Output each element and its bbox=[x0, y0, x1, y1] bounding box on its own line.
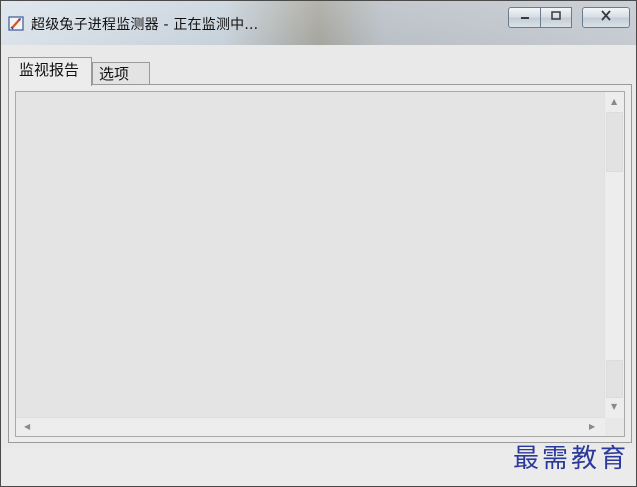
tab-strip: 监视报告 选项 bbox=[8, 57, 628, 86]
tab-panel: ▲ ▼ ◀ ▶ bbox=[8, 84, 632, 443]
vertical-scrollbar[interactable]: ▲ ▼ bbox=[604, 92, 624, 419]
window-title: 超级兔子进程监测器 - 正在监测中... bbox=[31, 17, 259, 33]
main-window: 超级兔子进程监测器 - 正在监测中... 监视报告 选项 ▲ ▼ ◀ ▶ bbox=[0, 0, 637, 487]
minimize-icon bbox=[519, 10, 531, 25]
vertical-scroll-track-end bbox=[606, 360, 623, 398]
tab-monitor-report[interactable]: 监视报告 bbox=[8, 57, 92, 86]
watermark-logo: 最需教育 bbox=[513, 444, 630, 474]
title-bar[interactable]: 超级兔子进程监测器 - 正在监测中... bbox=[1, 1, 636, 45]
scroll-down-icon[interactable]: ▼ bbox=[611, 403, 617, 411]
tab-options[interactable]: 选项 bbox=[92, 62, 150, 85]
close-icon bbox=[599, 10, 613, 25]
minimize-button[interactable] bbox=[508, 7, 541, 28]
scroll-up-icon[interactable]: ▲ bbox=[611, 98, 617, 106]
maximize-button[interactable] bbox=[541, 7, 572, 28]
report-textarea[interactable]: ▲ ▼ ◀ ▶ bbox=[15, 91, 625, 437]
horizontal-scrollbar[interactable]: ◀ ▶ bbox=[16, 417, 605, 436]
scrollbar-corner bbox=[605, 418, 624, 436]
close-button[interactable] bbox=[582, 7, 630, 28]
maximize-icon bbox=[550, 10, 562, 25]
scroll-left-icon[interactable]: ◀ bbox=[24, 423, 30, 431]
vertical-scroll-thumb[interactable] bbox=[606, 112, 623, 172]
app-icon bbox=[8, 15, 25, 32]
scroll-right-icon[interactable]: ▶ bbox=[589, 423, 595, 431]
